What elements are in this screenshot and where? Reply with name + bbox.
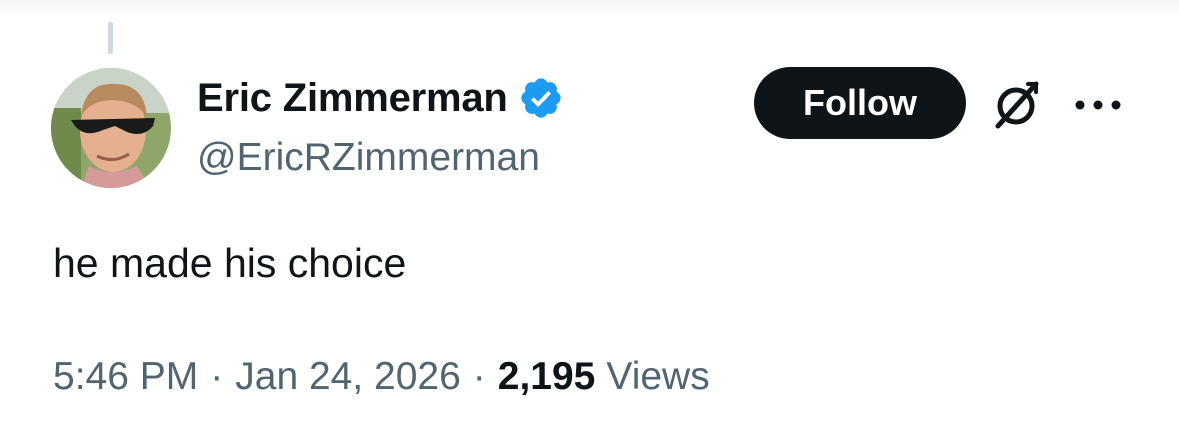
display-name[interactable]: Eric Zimmerman bbox=[197, 76, 508, 121]
views-count[interactable]: 2,195 bbox=[498, 355, 596, 399]
tweet-time[interactable]: 5:46 PM bbox=[53, 355, 198, 399]
views-label: Views bbox=[606, 355, 710, 398]
meta-separator: · bbox=[472, 355, 486, 398]
avatar[interactable] bbox=[51, 68, 171, 188]
follow-button[interactable]: Follow bbox=[754, 67, 966, 139]
thread-connector-line bbox=[108, 22, 113, 54]
user-handle[interactable]: @EricRZimmerman bbox=[197, 136, 540, 180]
more-dots-icon[interactable] bbox=[1072, 90, 1124, 120]
verified-badge-icon[interactable] bbox=[518, 75, 564, 121]
tweet-text: he made his choice bbox=[53, 240, 407, 286]
meta-separator: · bbox=[210, 355, 224, 398]
tweet-card: Eric Zimmerman @EricRZimmerman Follow he… bbox=[0, 0, 1179, 443]
tweet-date[interactable]: Jan 24, 2026 bbox=[235, 355, 461, 399]
name-row: Eric Zimmerman bbox=[197, 72, 564, 124]
grok-icon[interactable] bbox=[988, 76, 1044, 132]
previous-tweet-edge bbox=[0, 0, 1179, 18]
tweet-meta: 5:46 PM · Jan 24, 2026 · 2,195 Views bbox=[53, 355, 710, 399]
